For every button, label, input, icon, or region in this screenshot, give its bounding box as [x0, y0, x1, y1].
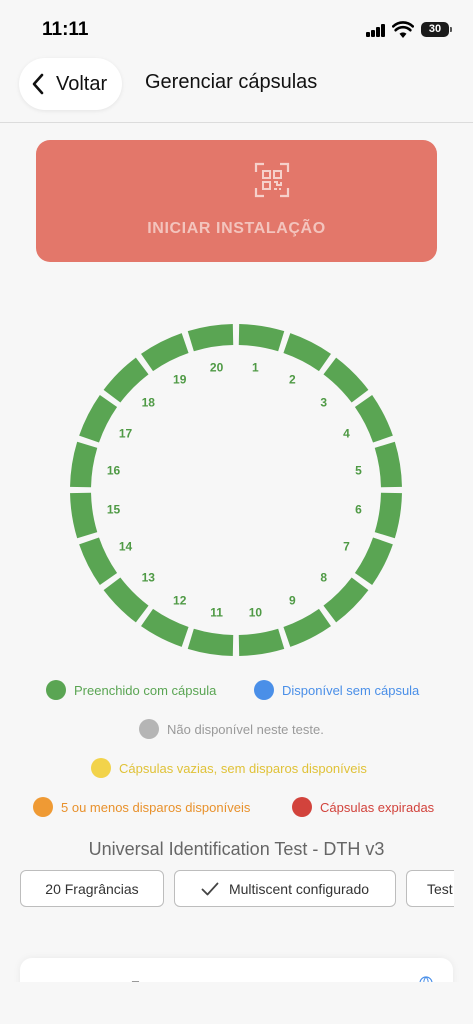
wifi-icon: [392, 21, 414, 38]
cellular-signal-icon: [366, 24, 386, 37]
multiscent-chip[interactable]: Multiscent configurado: [174, 870, 396, 907]
capsule-slot-label: 6: [355, 502, 362, 516]
capsule-slot-label: 19: [173, 373, 187, 387]
capsule-slot-17[interactable]: [79, 395, 118, 443]
qr-code-scan-icon: [254, 162, 290, 198]
capsule-slot-label: 11: [210, 605, 223, 619]
capsule-slot-label: 20: [210, 361, 224, 375]
capsule-slot-label: 5: [355, 464, 362, 478]
status-time: 11:11: [42, 19, 89, 40]
capsule-slot-7[interactable]: [354, 537, 393, 585]
capsule-slot-label: 4: [343, 427, 350, 441]
fragrances-chip[interactable]: 20 Fragrâncias: [20, 870, 164, 907]
header-divider: [0, 122, 473, 123]
legend-empty-label: Cápsulas vazias, sem disparos disponívei…: [119, 760, 367, 776]
capsule-slot-label: 10: [249, 605, 263, 619]
chevron-left-icon: [32, 73, 44, 95]
capsule-slot-label: 16: [107, 464, 121, 478]
legend-filled-label: Preenchido com cápsula: [74, 682, 217, 698]
red-dot-icon: [292, 797, 312, 817]
capsule-slot-14[interactable]: [79, 537, 118, 585]
legend-available: Disponível sem cápsula: [254, 678, 419, 702]
capsule-slot-5[interactable]: [374, 441, 402, 488]
multiscent-chip-label: Multiscent configurado: [228, 880, 370, 897]
legend-unavailable: Não disponível neste teste.: [139, 717, 324, 741]
yellow-dot-icon: [91, 758, 111, 778]
legend-filled: Preenchido com cápsula: [46, 678, 216, 702]
capsule-dial: 1 2 3 4 5 6 7 8 9 10 11 12 13 14 15 16 17 18 19 20: [66, 320, 406, 660]
legend-unavailable-label: Não disponível neste teste.: [167, 721, 324, 737]
capsule-slot-11[interactable]: [187, 628, 234, 656]
capsule-slot-1[interactable]: [238, 324, 285, 352]
back-label: Voltar: [56, 72, 108, 95]
legend-expired-label: Cápsulas expiradas: [320, 799, 435, 815]
start-installation-label: INICIAR INSTALAÇÃO: [147, 220, 326, 237]
legend-low: 5 ou menos disparos disponíveis: [33, 795, 250, 819]
capsule-slot-4[interactable]: [354, 395, 393, 443]
legend-available-label: Disponível sem cápsula: [282, 682, 420, 698]
capsule-slot-2[interactable]: [283, 333, 331, 372]
capsule-slot-16[interactable]: [70, 441, 98, 488]
fragrances-chip-label: 20 Fragrâncias: [45, 880, 139, 897]
capsule-slot-10[interactable]: [238, 628, 285, 656]
gray-dot-icon: [139, 719, 159, 739]
bottom-fade: [0, 982, 473, 1024]
checkmark-icon: [201, 882, 219, 895]
orange-dot-icon: [33, 797, 53, 817]
capsule-slot-label: 2: [289, 373, 296, 387]
capsule-slot-label: 12: [173, 593, 187, 607]
green-dot-icon: [46, 680, 66, 700]
test-chip-label: Test: [427, 880, 453, 897]
capsule-slot-8[interactable]: [323, 577, 369, 623]
status-bar: 11:11 30: [0, 0, 473, 56]
capsule-slot-label: 17: [119, 427, 133, 441]
capsule-slot-label: 18: [142, 395, 156, 409]
capsule-slot-3[interactable]: [323, 357, 369, 403]
legend-low-label: 5 ou menos disparos disponíveis: [61, 799, 251, 815]
page-title: Gerenciar cápsulas: [145, 71, 318, 93]
battery-icon: 30: [421, 22, 452, 37]
capsule-slot-label: 3: [320, 395, 327, 409]
capsule-slot-label: 8: [320, 571, 327, 585]
capsule-slot-label: 13: [142, 571, 156, 585]
capsule-slot-label: 7: [343, 539, 350, 553]
legend-empty: Cápsulas vazias, sem disparos disponívei…: [91, 756, 367, 780]
capsule-slot-label: 1: [252, 361, 259, 375]
capsule-slot-label: 15: [107, 502, 121, 516]
navigation-bar: Voltar Gerenciar cápsulas: [0, 56, 473, 122]
capsule-slot-15[interactable]: [70, 492, 98, 539]
capsule-slot-label: 14: [119, 539, 133, 553]
start-installation-button[interactable]: INICIAR INSTALAÇÃO: [36, 140, 437, 262]
legend-expired: Cápsulas expiradas: [292, 795, 434, 819]
capsule-slot-19[interactable]: [141, 333, 189, 372]
capsule-slot-9[interactable]: [283, 608, 331, 647]
capsule-slot-6[interactable]: [374, 492, 402, 539]
capsule-slot-20[interactable]: [187, 324, 234, 352]
test-chip[interactable]: Test: [406, 870, 454, 907]
test-title: Universal Identification Test - DTH v3: [88, 839, 385, 859]
blue-dot-icon: [254, 680, 274, 700]
back-button[interactable]: Voltar: [19, 58, 122, 110]
capsule-slot-label: 9: [289, 593, 296, 607]
capsule-slot-12[interactable]: [141, 608, 189, 647]
